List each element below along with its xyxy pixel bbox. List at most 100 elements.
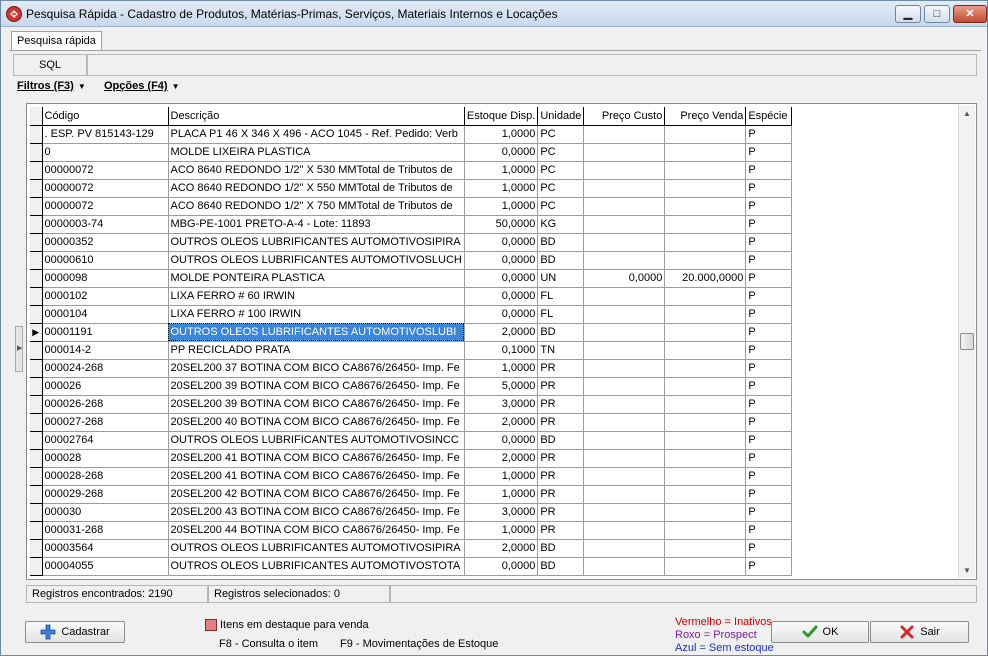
cell-estoque[interactable]: 0,0000 xyxy=(464,269,539,288)
cell-preco-venda[interactable] xyxy=(664,449,747,468)
cell-preco-custo[interactable] xyxy=(583,341,666,360)
cell-preco-venda[interactable] xyxy=(664,341,747,360)
row-indicator[interactable] xyxy=(30,269,43,288)
cell-codigo[interactable]: 0000104 xyxy=(42,305,169,324)
cell-estoque[interactable]: 0,0000 xyxy=(464,143,539,162)
cell-codigo[interactable]: . ESP. PV 815143-129 xyxy=(42,125,169,144)
cell-especie[interactable]: P xyxy=(745,485,793,504)
table-row[interactable]: 00000072 ACO 8640 REDONDO 1/2" X 750 MMTo… xyxy=(30,197,793,216)
cell-descricao[interactable]: MBG-PE-1001 PRETO-A-4 - Lote: 11893 xyxy=(168,215,465,234)
cell-especie[interactable]: P xyxy=(745,215,793,234)
cell-descricao[interactable]: OUTROS OLEOS LUBRIFICANTES AUTOMOTIVOSLU… xyxy=(168,251,465,270)
cell-descricao[interactable]: OUTROS OLEOS LUBRIFICANTES AUTOMOTIVOSLU… xyxy=(168,323,465,342)
cell-especie[interactable]: P xyxy=(745,323,793,342)
cell-unidade[interactable]: PR xyxy=(537,395,585,414)
cell-unidade[interactable]: PR xyxy=(537,503,585,522)
cell-especie[interactable]: P xyxy=(745,377,793,396)
cell-codigo[interactable]: 00004055 xyxy=(42,557,169,576)
table-row[interactable]: 000024-268 20SEL200 37 BOTINA COM BICO CA… xyxy=(30,359,793,378)
cell-preco-venda[interactable] xyxy=(664,161,747,180)
cell-especie[interactable]: P xyxy=(745,539,793,558)
cell-descricao[interactable]: 20SEL200 42 BOTINA COM BICO CA8676/26450… xyxy=(168,485,465,504)
cell-estoque[interactable]: 2,0000 xyxy=(464,449,539,468)
cell-preco-venda[interactable]: 20.000,0000 xyxy=(664,269,747,288)
cell-descricao[interactable]: OUTROS OLEOS LUBRIFICANTES AUTOMOTIVOSTO… xyxy=(168,557,465,576)
table-row[interactable]: 0000003-74 MBG-PE-1001 PRETO-A-4 - Lote: … xyxy=(30,215,793,234)
cell-preco-custo[interactable] xyxy=(583,323,666,342)
row-indicator[interactable] xyxy=(30,377,43,396)
cell-especie[interactable]: P xyxy=(745,125,793,144)
cell-preco-custo[interactable] xyxy=(583,413,666,432)
cell-descricao[interactable]: 20SEL200 37 BOTINA COM BICO CA8676/26450… xyxy=(168,359,465,378)
row-indicator[interactable] xyxy=(30,359,43,378)
cell-codigo[interactable]: 00000352 xyxy=(42,233,169,252)
cell-descricao[interactable]: 20SEL200 43 BOTINA COM BICO CA8676/26450… xyxy=(168,503,465,522)
cell-unidade[interactable]: PR xyxy=(537,485,585,504)
cell-estoque[interactable]: 0,0000 xyxy=(464,251,539,270)
cell-estoque[interactable]: 2,0000 xyxy=(464,413,539,432)
ok-button[interactable]: OK xyxy=(771,621,869,643)
cell-preco-custo[interactable] xyxy=(583,251,666,270)
cell-preco-venda[interactable] xyxy=(664,287,747,306)
table-row[interactable]: 000027-268 20SEL200 40 BOTINA COM BICO CA… xyxy=(30,413,793,432)
cell-especie[interactable]: P xyxy=(745,341,793,360)
cell-codigo[interactable]: 000014-2 xyxy=(42,341,169,360)
cell-codigo[interactable]: 0000003-74 xyxy=(42,215,169,234)
cell-estoque[interactable]: 1,0000 xyxy=(464,179,539,198)
cell-especie[interactable]: P xyxy=(745,143,793,162)
cell-descricao[interactable]: 20SEL200 44 BOTINA COM BICO CA8676/26450… xyxy=(168,521,465,540)
close-button[interactable]: ✕ xyxy=(953,5,987,23)
table-row[interactable]: 000030 20SEL200 43 BOTINA COM BICO CA8676… xyxy=(30,503,793,522)
cell-unidade[interactable]: UN xyxy=(537,269,585,288)
row-indicator[interactable] xyxy=(30,539,43,558)
cell-preco-custo[interactable] xyxy=(583,197,666,216)
vertical-scrollbar[interactable]: ▲ ▼ xyxy=(958,105,975,578)
cell-especie[interactable]: P xyxy=(745,521,793,540)
cell-descricao[interactable]: PLACA P1 46 X 346 X 496 - ACO 1045 - Ref… xyxy=(168,125,465,144)
cell-descricao[interactable]: ACO 8640 REDONDO 1/2" X 750 MMTotal de T… xyxy=(168,197,465,216)
tab-pesquisa-rapida[interactable]: Pesquisa rápida xyxy=(11,31,102,51)
cell-unidade[interactable]: PC xyxy=(537,197,585,216)
cell-codigo[interactable]: 0000102 xyxy=(42,287,169,306)
cell-codigo[interactable]: 000026-268 xyxy=(42,395,169,414)
cell-unidade[interactable]: PR xyxy=(537,377,585,396)
cell-estoque[interactable]: 0,1000 xyxy=(464,341,539,360)
cell-unidade[interactable]: BD xyxy=(537,557,585,576)
cell-unidade[interactable]: BD xyxy=(537,431,585,450)
table-row[interactable]: 00003564 OUTROS OLEOS LUBRIFICANTES AUTOM… xyxy=(30,539,793,558)
cell-preco-venda[interactable] xyxy=(664,485,747,504)
cell-preco-venda[interactable] xyxy=(664,251,747,270)
cell-estoque[interactable]: 1,0000 xyxy=(464,161,539,180)
cell-unidade[interactable]: BD xyxy=(537,539,585,558)
cell-estoque[interactable]: 0,0000 xyxy=(464,305,539,324)
cell-estoque[interactable]: 1,0000 xyxy=(464,485,539,504)
cell-preco-custo[interactable] xyxy=(583,449,666,468)
row-indicator[interactable] xyxy=(30,521,43,540)
column-header-preco-venda[interactable]: Preço Venda xyxy=(664,107,747,126)
sair-button[interactable]: Sair xyxy=(870,621,969,643)
row-indicator[interactable] xyxy=(30,395,43,414)
row-indicator[interactable] xyxy=(30,125,43,144)
cell-preco-venda[interactable] xyxy=(664,359,747,378)
cell-preco-custo[interactable] xyxy=(583,215,666,234)
maximize-button[interactable]: □ xyxy=(924,5,950,23)
cell-preco-custo[interactable] xyxy=(583,467,666,486)
table-row[interactable]: 000026 20SEL200 39 BOTINA COM BICO CA8676… xyxy=(30,377,793,396)
cell-preco-venda[interactable] xyxy=(664,557,747,576)
cell-codigo[interactable]: 00003564 xyxy=(42,539,169,558)
cell-especie[interactable]: P xyxy=(745,287,793,306)
table-row[interactable]: 000031-268 20SEL200 44 BOTINA COM BICO CA… xyxy=(30,521,793,540)
cadastrar-button[interactable]: Cadastrar xyxy=(25,621,125,643)
cell-unidade[interactable]: FL xyxy=(537,287,585,306)
cell-preco-custo[interactable] xyxy=(583,395,666,414)
cell-unidade[interactable]: PR xyxy=(537,359,585,378)
row-indicator[interactable] xyxy=(30,287,43,306)
table-row[interactable]: 00000352 OUTROS OLEOS LUBRIFICANTES AUTOM… xyxy=(30,233,793,252)
cell-especie[interactable]: P xyxy=(745,305,793,324)
cell-preco-custo[interactable] xyxy=(583,179,666,198)
cell-descricao[interactable]: 20SEL200 41 BOTINA COM BICO CA8676/26450… xyxy=(168,449,465,468)
table-row[interactable]: 000028 20SEL200 41 BOTINA COM BICO CA8676… xyxy=(30,449,793,468)
cell-estoque[interactable]: 0,0000 xyxy=(464,233,539,252)
cell-descricao[interactable]: 20SEL200 41 BOTINA COM BICO CA8676/26450… xyxy=(168,467,465,486)
cell-unidade[interactable]: TN xyxy=(537,341,585,360)
